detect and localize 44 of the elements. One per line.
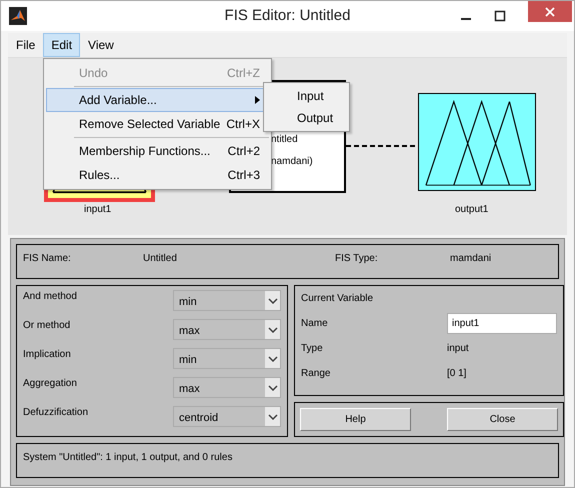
chevron-down-icon <box>268 298 278 304</box>
field-value: Untitled <box>143 253 178 264</box>
menu-item[interactable]: View <box>80 33 122 57</box>
window-title: FIS Editor: Untitled <box>224 7 352 24</box>
field-label: Or method <box>23 320 72 331</box>
status-message: System "Untitled": 1 input, 1 output, and 0 rules <box>23 452 232 463</box>
field-label: Type <box>301 343 324 354</box>
menu-item[interactable]: Membership Functions... Ctrl+2 <box>46 139 269 163</box>
chevron-down-icon <box>268 414 278 420</box>
dropdown[interactable]: max <box>173 319 281 340</box>
dropdown[interactable]: max <box>173 377 281 398</box>
menu-item[interactable]: File <box>8 33 44 57</box>
chevron-down-icon <box>268 356 278 362</box>
section-title: Current Variable <box>301 293 374 304</box>
field-label: FIS Type: <box>335 253 379 264</box>
close-icon <box>545 6 555 16</box>
close-button[interactable] <box>528 1 572 22</box>
menu-item[interactable]: Edit <box>43 33 80 57</box>
chevron-down-icon <box>268 384 278 390</box>
dropdown[interactable]: min <box>173 290 281 311</box>
name-input-field[interactable]: input1 <box>447 313 557 334</box>
output-variable-box[interactable] <box>418 93 536 191</box>
field-label: FIS Name: <box>23 253 72 264</box>
maximize-icon[interactable] <box>494 10 506 22</box>
field-label: Name <box>301 318 329 329</box>
field-value: [0 1] <box>447 368 466 379</box>
field-value: mamdani <box>450 253 492 264</box>
app-icon <box>9 7 27 25</box>
push-button[interactable]: Help <box>300 408 411 431</box>
field-label: Defuzzification <box>23 407 90 418</box>
menu-item[interactable]: Rules... Ctrl+3 <box>46 163 269 187</box>
variable-label: output1 <box>455 204 488 215</box>
field-label: Implication <box>23 349 72 360</box>
variable-label: input1 <box>84 204 112 215</box>
push-button[interactable]: Close <box>447 408 558 431</box>
system-label: ntitled <box>271 134 298 145</box>
dropdown[interactable]: min <box>173 348 281 369</box>
chevron-down-icon <box>268 326 278 332</box>
field-value: input <box>447 343 469 354</box>
system-label: namdani) <box>271 156 313 167</box>
field-label: Range <box>301 368 332 379</box>
field-label: And method <box>23 291 78 302</box>
dropdown[interactable]: centroid <box>173 406 281 427</box>
field-label: Aggregation <box>23 378 78 389</box>
